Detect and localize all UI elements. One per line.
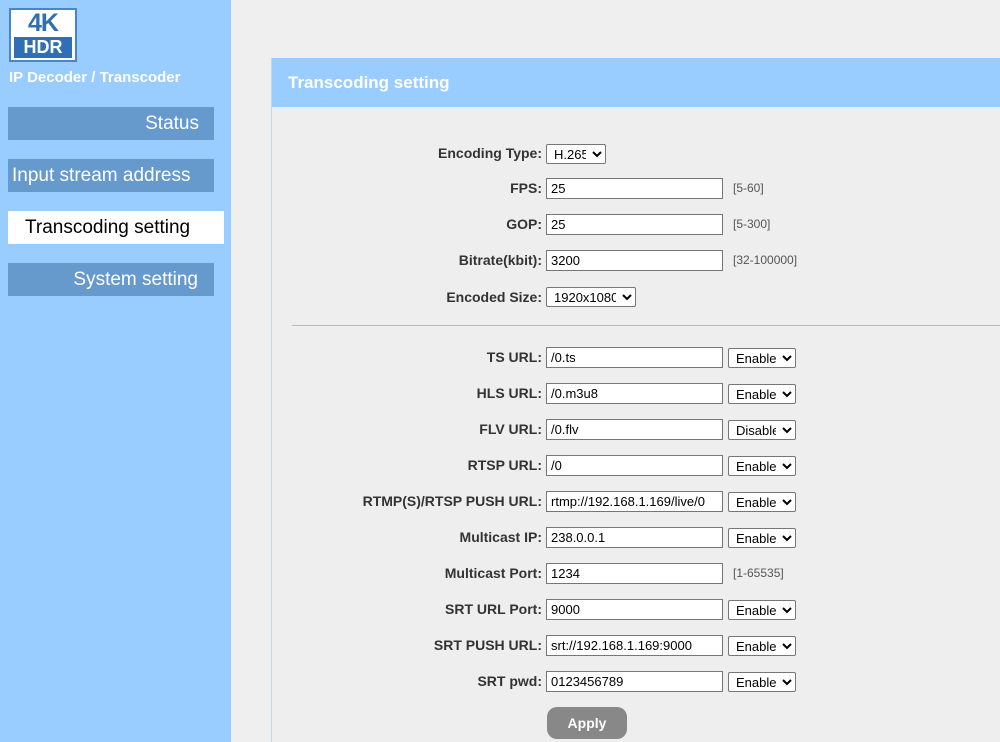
fps-range: [5-60]	[733, 181, 764, 195]
srt-pwd-label: SRT pwd:	[477, 673, 542, 689]
multicast-port-input[interactable]	[546, 563, 723, 584]
sidebar: 4K HDR IP Decoder / Transcoder Status In…	[0, 0, 231, 742]
srt-pwd-state-select[interactable]: Enable	[728, 672, 796, 692]
product-title: IP Decoder / Transcoder	[9, 69, 181, 86]
srt-push-url-state-select[interactable]: Enable	[728, 636, 796, 656]
rtsp-url-input[interactable]	[546, 455, 723, 476]
hls-url-input[interactable]	[546, 383, 723, 404]
sidebar-item-system-setting[interactable]: System setting	[8, 263, 214, 296]
srt-push-url-input[interactable]	[546, 635, 723, 656]
bitrate-label: Bitrate(kbit):	[458, 252, 542, 268]
rtsp-url-state-select[interactable]: Enable	[728, 456, 796, 476]
fps-input[interactable]	[546, 178, 723, 199]
flv-url-state-select[interactable]: Disable	[728, 420, 796, 440]
hls-url-state-select[interactable]: Enable	[728, 384, 796, 404]
sidebar-item-status[interactable]: Status	[8, 107, 214, 140]
flv-url-label: FLV URL:	[479, 421, 542, 437]
ts-url-label: TS URL:	[486, 349, 542, 365]
srt-push-url-label: SRT PUSH URL:	[433, 637, 542, 653]
encoded-size-select[interactable]: 1920x1080	[546, 287, 636, 307]
srt-pwd-input[interactable]	[546, 671, 723, 692]
bitrate-range: [32-100000]	[733, 253, 798, 267]
flv-url-input[interactable]	[546, 419, 723, 440]
multicast-port-label: Multicast Port:	[444, 565, 542, 581]
logo-4k-text: 4K	[28, 9, 59, 37]
ts-url-input[interactable]	[546, 347, 723, 368]
sidebar-item-transcoding-setting[interactable]: Transcoding setting	[8, 211, 224, 244]
panel-title: Transcoding setting	[272, 58, 1000, 107]
rtsp-url-label: RTSP URL:	[467, 457, 542, 473]
section-divider	[292, 325, 1000, 326]
rtmp-push-url-input[interactable]	[546, 491, 723, 512]
logo-hdr-text: HDR	[14, 37, 72, 58]
encoded-size-label: Encoded Size:	[446, 289, 542, 305]
hls-url-label: HLS URL:	[476, 385, 542, 401]
multicast-ip-input[interactable]	[546, 527, 723, 548]
multicast-port-range: [1-65535]	[733, 566, 784, 580]
multicast-ip-state-select[interactable]: Enable	[728, 528, 796, 548]
encoding-type-label: Encoding Type:	[438, 145, 542, 161]
fps-label: FPS:	[510, 180, 542, 196]
logo-4k-hdr: 4K HDR	[9, 8, 77, 62]
gop-input[interactable]	[546, 214, 723, 235]
encoding-type-select[interactable]: H.265	[546, 144, 606, 164]
srt-url-port-label: SRT URL Port:	[445, 601, 542, 617]
gop-range: [5-300]	[733, 217, 771, 231]
multicast-ip-label: Multicast IP:	[459, 529, 542, 545]
gop-label: GOP:	[506, 216, 542, 232]
sidebar-item-input-stream-address[interactable]: Input stream address	[8, 159, 214, 192]
rtmp-push-state-select[interactable]: Enable	[728, 492, 796, 512]
rtmp-push-url-label: RTMP(S)/RTSP PUSH URL:	[362, 493, 542, 509]
ts-url-state-select[interactable]: Enable	[728, 348, 796, 368]
bitrate-input[interactable]	[546, 250, 723, 271]
srt-url-port-state-select[interactable]: Enable	[728, 600, 796, 620]
apply-button[interactable]: Apply	[547, 707, 627, 739]
srt-url-port-input[interactable]	[546, 599, 723, 620]
